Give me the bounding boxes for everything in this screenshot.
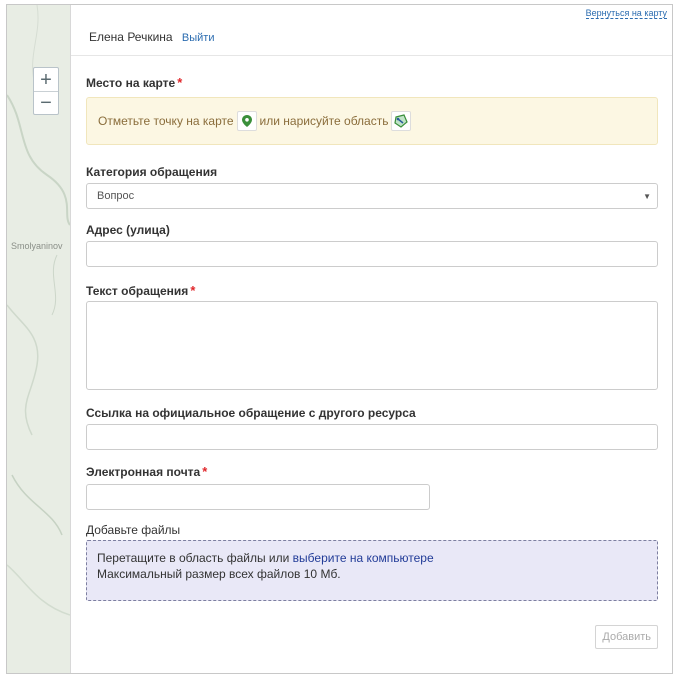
address-label: Адрес (улица)	[86, 223, 170, 237]
user-row: Елена Речкина Выйти	[89, 30, 215, 44]
header-divider	[71, 55, 672, 56]
category-label: Категория обращения	[86, 165, 218, 179]
map-marker-icon	[241, 115, 252, 127]
email-label-text: Электронная почта	[86, 465, 201, 479]
user-name: Елена Речкина	[89, 30, 173, 44]
category-selected-value: Вопрос	[97, 190, 135, 202]
required-marker: *	[190, 283, 196, 298]
form-panel: Вернуться на карту Елена Речкина Выйти М…	[70, 5, 672, 673]
zoom-control: + −	[33, 67, 59, 115]
draw-polygon-icon	[394, 114, 409, 128]
app-frame: Smolyaninov + − Вернуться на карту Елена…	[6, 4, 673, 674]
official-link-label: Ссылка на официальное обращение с другог…	[86, 406, 416, 420]
map-place-label: Smolyaninov	[11, 241, 63, 251]
location-hint-middle: или нарисуйте область	[259, 114, 389, 128]
location-label: Место на карте *	[86, 75, 182, 90]
chevron-down-icon: ▼	[643, 192, 651, 201]
category-select[interactable]: Вопрос ▼	[86, 183, 658, 209]
zoom-out-button[interactable]: −	[34, 91, 58, 114]
map-area[interactable]: Smolyaninov + −	[7, 5, 70, 673]
file-dropzone[interactable]: Перетащите в область файлы или выберите …	[86, 540, 658, 601]
files-label: Добавьте файлы	[86, 523, 181, 537]
dropzone-line-1: Перетащите в область файлы или выберите …	[97, 550, 647, 566]
email-label: Электронная почта *	[86, 464, 207, 479]
location-hint-text: Отметьте точку на карте	[98, 114, 234, 128]
file-size-limit: Максимальный размер всех файлов 10 Мб.	[97, 567, 341, 581]
text-textarea[interactable]	[86, 301, 658, 390]
zoom-in-button[interactable]: +	[34, 68, 58, 91]
choose-files-link[interactable]: выберите на компьютере	[293, 551, 434, 565]
dropzone-text: Перетащите в область файлы или	[97, 551, 290, 565]
draw-area-button[interactable]	[391, 111, 412, 131]
required-marker: *	[202, 464, 208, 479]
submit-button[interactable]: Добавить	[595, 625, 658, 649]
email-input[interactable]	[86, 484, 430, 510]
back-to-map-link[interactable]: Вернуться на карту	[585, 8, 667, 19]
address-input[interactable]	[86, 241, 658, 267]
location-hint: Отметьте точку на карте или нарисуйте об…	[86, 97, 658, 145]
required-marker: *	[177, 75, 183, 90]
point-marker-button[interactable]	[236, 111, 257, 131]
text-label-text: Текст обращения	[86, 284, 189, 298]
official-link-input[interactable]	[86, 424, 658, 450]
location-label-text: Место на карте	[86, 76, 176, 90]
text-label: Текст обращения *	[86, 283, 195, 298]
logout-link[interactable]: Выйти	[182, 32, 215, 44]
